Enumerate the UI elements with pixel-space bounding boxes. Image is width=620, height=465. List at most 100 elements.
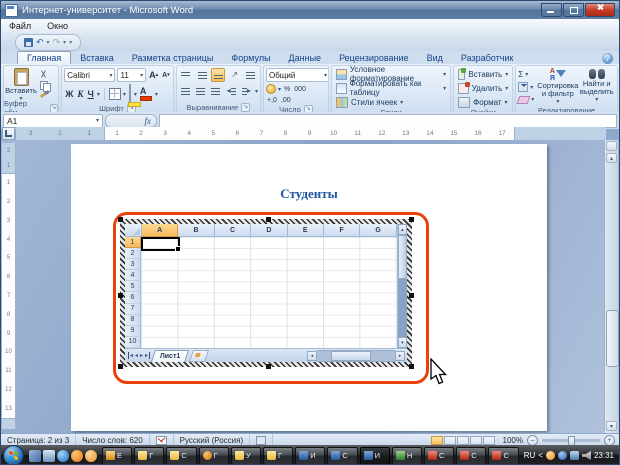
print-layout-view-button[interactable]: [430, 435, 443, 445]
decrease-decimal-button[interactable]: ,00: [280, 96, 292, 105]
taskbar-window-button[interactable]: С: [456, 446, 487, 464]
align-middle-button[interactable]: [195, 68, 209, 82]
clear-button[interactable]: ▾: [516, 94, 534, 105]
embedded-excel-object[interactable]: A B C D E F G 1 2 3 4 5 6 7 8 9 10 ▴ ▾ ◂…: [118, 217, 414, 369]
align-center-button[interactable]: [194, 84, 207, 98]
zoom-level[interactable]: 100%: [499, 436, 527, 445]
column-header-a[interactable]: A: [142, 224, 179, 237]
column-header-f[interactable]: F: [323, 224, 361, 237]
tray-network-icon[interactable]: [569, 451, 579, 460]
horizontal-ruler[interactable]: 321 12 34 56 78 9 10 11 12 13 14 15 16 17: [16, 127, 606, 141]
maximize-button[interactable]: [563, 3, 584, 17]
autosum-button[interactable]: Σ ▾: [518, 69, 534, 80]
vertical-ruler[interactable]: 21 12 34 56 78 9 10 11 12 13: [2, 143, 16, 429]
taskbar-window-button[interactable]: E: [102, 446, 133, 464]
sheet-tab-list1[interactable]: Лист1: [151, 349, 190, 362]
italic-button[interactable]: К: [76, 88, 84, 100]
sheet-scroll-right-icon[interactable]: ▸: [395, 350, 405, 361]
row-header-10[interactable]: 10: [125, 336, 141, 348]
word-vertical-scrollbar[interactable]: ▴ ▾: [604, 140, 619, 433]
zoom-slider[interactable]: [542, 435, 600, 447]
tab-dannye[interactable]: Данные: [280, 52, 331, 64]
word-vscroll-thumb[interactable]: [606, 310, 619, 367]
close-button[interactable]: [585, 3, 615, 17]
taskbar-window-button[interactable]: Н: [391, 446, 423, 464]
taskbar-window-button[interactable]: Г: [198, 446, 229, 464]
insert-cells-button[interactable]: Вставить ▾: [456, 67, 510, 80]
row-header-8[interactable]: 8: [125, 314, 141, 326]
outline-view-button[interactable]: [469, 435, 482, 445]
row-header-6[interactable]: 6: [125, 292, 141, 304]
taskbar-window-button[interactable]: С: [166, 446, 197, 464]
tray-help-icon[interactable]: [557, 451, 567, 460]
taskbar-window-button[interactable]: У: [230, 446, 262, 464]
bold-button[interactable]: Ж: [64, 88, 74, 100]
tray-clock-icon[interactable]: [545, 451, 555, 460]
taskbar-window-button[interactable]: С: [488, 446, 519, 464]
sheet-scroll-down-icon[interactable]: ▾: [397, 337, 407, 348]
undo-caret-icon[interactable]: ▾: [47, 39, 50, 46]
tray-volume-icon[interactable]: [581, 451, 591, 460]
redo-button[interactable]: ↷: [53, 37, 61, 47]
sheet-horizontal-scrollbar[interactable]: ◂ ▸: [307, 349, 405, 362]
scroll-up-icon[interactable]: ▴: [606, 153, 617, 163]
alignment-dialog-launcher-icon[interactable]: ↘: [241, 102, 251, 112]
column-header-d[interactable]: D: [251, 224, 288, 237]
taskbar-window-button[interactable]: Г: [134, 446, 165, 464]
sheet-hscroll-thumb[interactable]: [331, 350, 371, 361]
row-header-4[interactable]: 4: [125, 270, 141, 282]
borders-caret-icon[interactable]: ▾: [123, 91, 126, 98]
web-layout-view-button[interactable]: [456, 435, 469, 445]
resize-handle[interactable]: [118, 293, 123, 298]
start-button[interactable]: [3, 445, 24, 464]
percent-style-button[interactable]: %: [283, 85, 291, 94]
save-icon[interactable]: [24, 37, 33, 47]
font-color-caret-icon[interactable]: ▾: [155, 91, 158, 98]
prev-sheet-icon[interactable]: ◂: [135, 352, 138, 359]
accounting-caret-icon[interactable]: ▾: [278, 86, 281, 93]
resize-handle[interactable]: [118, 217, 123, 222]
formula-input[interactable]: [159, 113, 617, 128]
next-sheet-icon[interactable]: ▸: [140, 352, 143, 359]
resize-handle[interactable]: [266, 364, 271, 369]
scroll-down-icon[interactable]: ▾: [606, 421, 617, 431]
accounting-format-icon[interactable]: [266, 84, 276, 94]
sheet-vscroll-thumb[interactable]: [397, 235, 407, 279]
column-header-b[interactable]: B: [178, 224, 215, 237]
shrink-font-button[interactable]: А ▾: [161, 71, 171, 80]
switch-windows-icon[interactable]: [43, 449, 55, 462]
select-all-corner[interactable]: [125, 224, 142, 237]
messenger-icon[interactable]: [85, 449, 97, 462]
delete-cells-button[interactable]: Удалить ▾: [456, 81, 510, 94]
wrap-text-button[interactable]: [244, 68, 258, 82]
zoom-in-button[interactable]: +: [604, 434, 615, 446]
row-header-3[interactable]: 3: [125, 259, 141, 271]
media-player-icon[interactable]: [71, 449, 83, 462]
format-as-table-button[interactable]: Форматировать как таблицу ▾: [334, 79, 448, 97]
tab-vid[interactable]: Вид: [418, 52, 452, 64]
minimize-button[interactable]: [541, 3, 562, 17]
paste-button[interactable]: Вставить ▾: [5, 68, 37, 103]
fill-button[interactable]: ▾: [518, 82, 534, 93]
fill-color-button[interactable]: [127, 84, 141, 107]
decrease-indent-button[interactable]: ◂: [224, 84, 237, 98]
fullscreen-view-button[interactable]: [443, 435, 456, 445]
taskbar-window-button[interactable]: С: [424, 446, 455, 464]
help-icon[interactable]: ?: [602, 53, 613, 64]
increase-indent-button[interactable]: ▸: [240, 84, 253, 98]
row-header-9[interactable]: 9: [125, 325, 141, 337]
resize-handle[interactable]: [409, 217, 414, 222]
comma-style-button[interactable]: 000: [293, 85, 307, 94]
copy-icon[interactable]: [36, 80, 52, 92]
selected-cell-a1[interactable]: [141, 237, 181, 252]
font-family-select[interactable]: Calibri ▾: [64, 68, 116, 82]
sheet-vertical-scrollbar[interactable]: ▴ ▾: [396, 224, 407, 348]
underline-caret-icon[interactable]: ▾: [97, 91, 100, 98]
tab-razmetka[interactable]: Разметка страницы: [123, 52, 223, 64]
zoom-out-button[interactable]: –: [527, 434, 538, 446]
redo-caret-icon[interactable]: ▾: [63, 39, 66, 46]
align-left-button[interactable]: [179, 84, 192, 98]
font-size-select[interactable]: 11 ▾: [117, 68, 147, 82]
row-header-1[interactable]: 1: [125, 237, 141, 249]
undo-button[interactable]: ↶: [36, 37, 44, 47]
